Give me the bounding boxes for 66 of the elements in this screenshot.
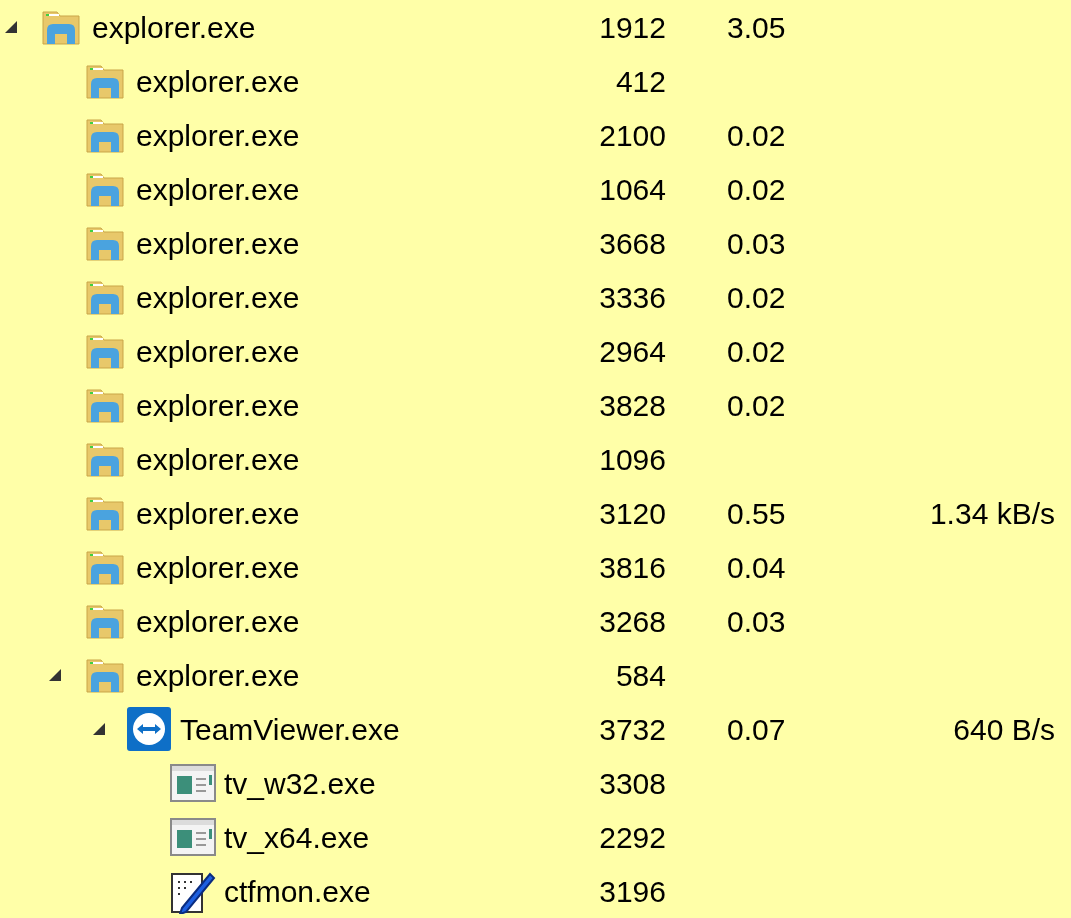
folder-icon bbox=[85, 170, 125, 208]
folder-icon bbox=[85, 224, 125, 262]
cpu-cell: 0.07 bbox=[727, 712, 786, 746]
cpu-cell: 0.03 bbox=[727, 226, 786, 260]
pid-cell: 3816 bbox=[599, 550, 666, 584]
cpu-cell: 0.55 bbox=[727, 496, 786, 530]
folder-icon bbox=[85, 656, 125, 694]
pid-cell: 2292 bbox=[599, 820, 666, 854]
pid-cell: 1096 bbox=[599, 442, 666, 476]
window-icon bbox=[170, 818, 216, 856]
process-name: explorer.exe bbox=[136, 279, 300, 316]
process-name: explorer.exe bbox=[136, 387, 300, 424]
process-name: explorer.exe bbox=[136, 63, 300, 100]
network-cell: 1.34 kB/s bbox=[929, 496, 1055, 530]
folder-icon bbox=[85, 332, 125, 370]
teamviewer-icon bbox=[126, 706, 172, 752]
pid-cell: 3336 bbox=[599, 280, 666, 314]
process-name: explorer.exe bbox=[136, 117, 300, 154]
folder-icon bbox=[85, 386, 125, 424]
pid-cell: 3828 bbox=[599, 388, 666, 422]
process-name: explorer.exe bbox=[136, 441, 300, 478]
window-icon bbox=[170, 764, 216, 802]
folder-icon bbox=[85, 440, 125, 478]
process-name: explorer.exe bbox=[136, 171, 300, 208]
folder-icon bbox=[41, 8, 81, 46]
folder-icon bbox=[85, 62, 125, 100]
cpu-cell: 0.02 bbox=[727, 118, 786, 152]
expanded-arrow-icon[interactable] bbox=[48, 668, 62, 682]
folder-icon bbox=[85, 116, 125, 154]
pid-cell: 2964 bbox=[599, 334, 666, 368]
process-name: explorer.exe bbox=[136, 495, 300, 532]
process-name: tv_w32.exe bbox=[224, 765, 376, 802]
process-name: TeamViewer.exe bbox=[180, 711, 400, 748]
cpu-cell: 0.02 bbox=[727, 280, 786, 314]
pid-cell: 1064 bbox=[599, 172, 666, 206]
folder-icon bbox=[85, 548, 125, 586]
cpu-cell: 3.05 bbox=[727, 10, 786, 44]
pid-cell: 3268 bbox=[599, 604, 666, 638]
folder-icon bbox=[85, 602, 125, 640]
folder-icon bbox=[85, 278, 125, 316]
pid-cell: 2100 bbox=[599, 118, 666, 152]
process-name: explorer.exe bbox=[92, 9, 256, 46]
pid-cell: 3308 bbox=[599, 766, 666, 800]
process-name: explorer.exe bbox=[136, 603, 300, 640]
process-name: explorer.exe bbox=[136, 225, 300, 262]
pid-cell: 3196 bbox=[599, 874, 666, 908]
network-cell: 640 B/s bbox=[953, 712, 1055, 746]
cpu-cell: 0.02 bbox=[727, 388, 786, 422]
pid-cell: 3732 bbox=[599, 712, 666, 746]
expanded-arrow-icon[interactable] bbox=[4, 20, 18, 34]
cpu-cell: 0.03 bbox=[727, 604, 786, 638]
process-name: tv_x64.exe bbox=[224, 819, 370, 856]
pid-cell: 3668 bbox=[599, 226, 666, 260]
cpu-cell: 0.04 bbox=[727, 550, 786, 584]
cpu-cell: 0.02 bbox=[727, 334, 786, 368]
expanded-arrow-icon[interactable] bbox=[92, 722, 106, 736]
folder-icon bbox=[85, 494, 125, 532]
pid-cell: 3120 bbox=[599, 496, 666, 530]
cpu-cell: 0.02 bbox=[727, 172, 786, 206]
process-name: ctfmon.exe bbox=[224, 873, 371, 910]
process-name: explorer.exe bbox=[136, 333, 300, 370]
pid-cell: 1912 bbox=[599, 10, 666, 44]
pid-cell: 412 bbox=[615, 64, 666, 98]
process-name: explorer.exe bbox=[136, 657, 300, 694]
pid-cell: 584 bbox=[615, 658, 666, 692]
process-name: explorer.exe bbox=[136, 549, 300, 586]
